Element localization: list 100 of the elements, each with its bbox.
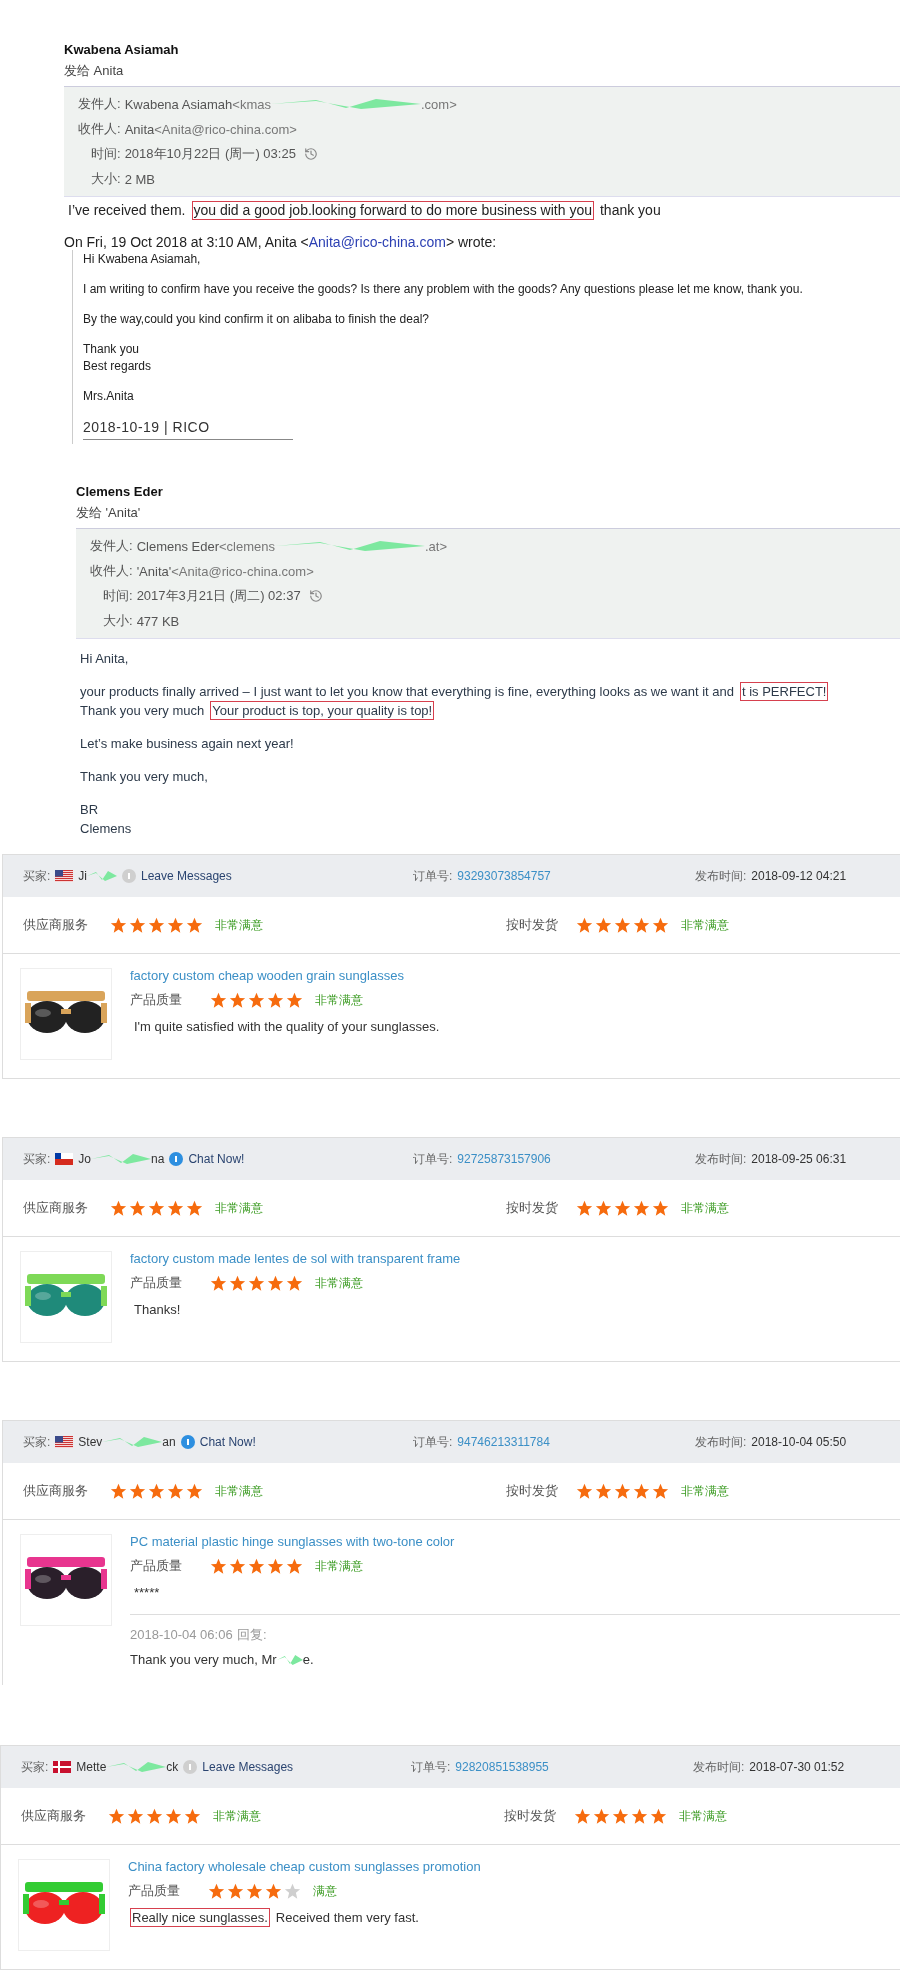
star-icon <box>286 1274 303 1292</box>
product-title[interactable]: China factory wholesale cheap custom sunglasses promotion <box>128 1859 900 1874</box>
rating-verdict: 非常满意 <box>213 1807 261 1825</box>
redaction-scribble <box>106 1760 167 1774</box>
star-icon <box>265 1882 282 1900</box>
redaction-scribble <box>102 1435 163 1449</box>
star-icon <box>595 1482 612 1500</box>
reply-time: 2018-10-04 06:06 <box>130 1627 233 1642</box>
body-text: Thanks! <box>133 1301 182 1319</box>
star-icon <box>576 1199 593 1217</box>
contact-link[interactable]: Chat Now! <box>188 1152 245 1166</box>
product-title[interactable]: factory custom made lentes de sol with transparent frame <box>130 1251 900 1266</box>
star-icon <box>129 1199 146 1217</box>
post-time: 2018-07-30 01:52 <box>749 1760 845 1774</box>
star-icon <box>148 916 165 934</box>
star-icon <box>148 1199 165 1217</box>
star-icon <box>267 1557 284 1575</box>
star-icon <box>574 1807 591 1825</box>
rating-label: 按时发货 <box>504 1807 557 1825</box>
star-icon <box>167 1199 184 1217</box>
quoted-text: I am writing to confirm have you receive the goods? Is there any problem with the goods? Any questions please let me know, thank you. <box>83 282 804 296</box>
reply-label: 回复: <box>237 1627 267 1642</box>
product-title[interactable]: PC material plastic hinge sunglasses with two-tone color <box>130 1534 900 1549</box>
star-icon <box>186 916 203 934</box>
field-value: Clemens Eder <box>136 538 219 554</box>
history-icon[interactable] <box>303 147 318 161</box>
highlighted-text: you did a good job.looking forward to do more business with you <box>191 201 594 220</box>
rating-label: 产品质量 <box>130 991 183 1009</box>
star-icon <box>129 916 146 934</box>
body-text: Clemens <box>79 820 133 838</box>
order-number[interactable]: 92725873157906 <box>457 1152 551 1166</box>
star-icon <box>631 1807 648 1825</box>
star-icon <box>633 1199 650 1217</box>
recipient-line: 发给 Anita <box>64 62 125 80</box>
star-icon <box>612 1807 629 1825</box>
email-address: <Anita@rico-china.com> <box>171 563 314 579</box>
rating-verdict: 非常满意 <box>315 991 363 1009</box>
buyer-name: an <box>162 1435 176 1449</box>
order-number[interactable]: 93293073854757 <box>457 869 551 883</box>
rating-label: 产品质量 <box>130 1274 183 1292</box>
email-address: <kmas <box>232 96 271 112</box>
body-text: thank you <box>598 201 662 220</box>
body-text: Thank you very much, <box>79 768 209 786</box>
sender-name: Kwabena Asiamah <box>64 42 180 57</box>
rating-verdict: 非常满意 <box>679 1807 727 1825</box>
time-label: 发布时间: <box>693 1758 745 1776</box>
rating-verdict: 非常满意 <box>681 1199 729 1217</box>
contact-link[interactable]: Leave Messages <box>141 869 232 883</box>
order-label: 订单号: <box>413 867 453 885</box>
field-value: 477 KB <box>136 613 180 629</box>
order-number[interactable]: 94746213311784 <box>457 1435 550 1449</box>
body-text: ***** <box>133 1584 161 1602</box>
star-icon <box>267 1274 284 1292</box>
star-icon <box>576 916 593 934</box>
quoted-text: Hi Kwabena Asiamah, <box>83 252 202 266</box>
buyer-label: 买家: <box>23 1150 51 1168</box>
rating-label: 按时发货 <box>506 1199 559 1217</box>
star-icon <box>229 991 246 1009</box>
rating-label: 供应商服务 <box>21 1807 87 1825</box>
quoted-text: Thank you <box>83 342 141 356</box>
contact-link[interactable]: Chat Now! <box>199 1435 256 1449</box>
contact-link[interactable]: Leave Messages <box>202 1760 294 1774</box>
quoted-text: By the way,could you kind confirm it on alibaba to finish the deal? <box>83 312 430 326</box>
buyer-name: Jo <box>78 1152 92 1166</box>
flag-icon <box>53 1761 72 1773</box>
star-icon <box>227 1882 244 1900</box>
field-value: Kwabena Asiamah <box>124 96 233 112</box>
star-icon <box>146 1807 163 1825</box>
star-icon <box>108 1807 125 1825</box>
rating-verdict: 非常满意 <box>215 916 263 934</box>
star-icon <box>210 1557 227 1575</box>
time-label: 发布时间: <box>695 1433 747 1451</box>
quoted-text: Mrs.Anita <box>83 389 135 403</box>
rating-verdict: 非常满意 <box>315 1274 363 1292</box>
star-icon <box>110 1482 127 1500</box>
order-label: 订单号: <box>413 1150 453 1168</box>
order-number[interactable]: 92820851538955 <box>455 1760 549 1774</box>
recipient-line: 发给 'Anita' <box>76 504 142 522</box>
email-address: .com> <box>420 96 457 112</box>
email-link[interactable]: Anita@rico-china.com <box>308 234 446 250</box>
field-value: 2018年10月22日 (周一) 03:25 <box>124 145 296 163</box>
quoted-text: Best regards <box>83 359 153 373</box>
buyer-label: 买家: <box>23 1433 51 1451</box>
flag-icon <box>55 1436 74 1448</box>
star-icon <box>593 1807 610 1825</box>
star-icon <box>229 1274 246 1292</box>
star-icon <box>633 1482 650 1500</box>
email-address: <clemens <box>219 538 275 554</box>
buyer-name: Mette <box>76 1760 107 1774</box>
redaction-scribble <box>87 869 117 883</box>
field-label: 收件人: <box>90 562 133 580</box>
product-title[interactable]: factory custom cheap wooden grain sunglasses <box>130 968 900 983</box>
rating-label: 产品质量 <box>130 1557 183 1575</box>
history-icon[interactable] <box>308 589 323 603</box>
body-text: Let’s make business again next year! <box>79 735 295 753</box>
time-label: 发布时间: <box>695 867 747 885</box>
rating-label: 供应商服务 <box>23 1199 89 1217</box>
rating-verdict: 非常满意 <box>681 1482 729 1500</box>
star-icon <box>148 1482 165 1500</box>
star-icon <box>652 1199 669 1217</box>
